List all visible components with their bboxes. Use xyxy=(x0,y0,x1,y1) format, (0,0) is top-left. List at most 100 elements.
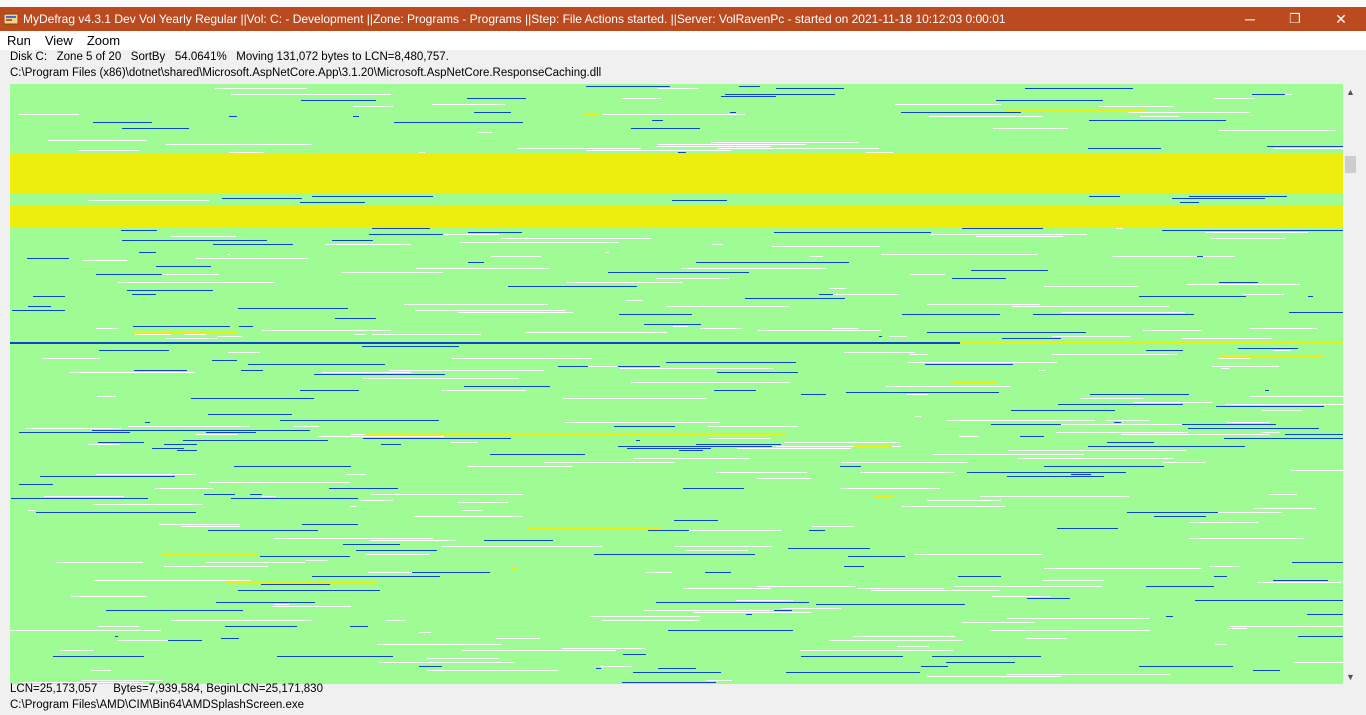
space-hole-line xyxy=(419,152,425,153)
fragment-line xyxy=(840,466,861,467)
fragment-line xyxy=(225,626,297,627)
space-hole-line xyxy=(631,382,790,383)
fragment-line xyxy=(927,332,1086,333)
fragment-line xyxy=(1265,390,1269,391)
fragment-line xyxy=(666,362,796,363)
space-hole-line xyxy=(1133,402,1212,403)
fragment-line xyxy=(678,152,686,153)
space-hole-line xyxy=(1291,470,1343,471)
space-hole-line xyxy=(1243,294,1284,295)
fragment-line xyxy=(127,290,213,291)
space-hole-line xyxy=(159,524,240,525)
space-hole-line xyxy=(621,98,661,99)
space-hole-line xyxy=(1206,232,1308,233)
space-hole-line xyxy=(28,510,35,511)
close-button[interactable]: ✕ xyxy=(1318,7,1364,31)
fragment-line xyxy=(362,346,459,347)
fragment-line xyxy=(106,610,243,611)
fragment-line xyxy=(1044,466,1164,467)
fragment-line xyxy=(1154,516,1206,517)
space-hole-line xyxy=(853,636,955,637)
disk-map[interactable] xyxy=(10,84,1343,684)
fragment-line xyxy=(162,554,258,555)
space-hole-line xyxy=(165,338,217,339)
fragment-line xyxy=(343,374,445,375)
fragment-line xyxy=(902,314,1000,315)
space-hole-line xyxy=(1257,582,1341,583)
space-hole-line xyxy=(1026,638,1066,639)
space-hole-line xyxy=(70,372,195,373)
fragment-line xyxy=(696,262,849,263)
fragment-line xyxy=(665,682,716,683)
space-hole-line xyxy=(673,326,688,327)
menu-view[interactable]: View xyxy=(38,33,80,48)
space-hole-line xyxy=(897,646,929,647)
fragment-line xyxy=(381,444,401,445)
space-hole-line xyxy=(829,640,963,641)
space-hole-line xyxy=(1294,662,1343,663)
fragment-line xyxy=(353,116,359,117)
fragment-line xyxy=(879,336,882,337)
fragment-line xyxy=(801,656,903,657)
space-hole-line xyxy=(927,500,1001,501)
space-hole-line xyxy=(1012,306,1169,307)
space-hole-line xyxy=(322,372,411,373)
space-hole-line xyxy=(681,268,826,269)
vertical-scrollbar[interactable]: ▲ ▼ xyxy=(1343,84,1358,684)
space-hole-line xyxy=(366,554,429,555)
space-hole-line xyxy=(443,234,499,235)
fragment-line xyxy=(36,512,196,513)
fragment-line xyxy=(1020,436,1044,437)
space-hole-line xyxy=(947,420,1095,421)
fragment-line xyxy=(1088,148,1161,149)
fragment-line xyxy=(96,274,162,275)
fragment-line xyxy=(721,96,776,97)
fragment-line xyxy=(213,244,293,245)
space-hole-line xyxy=(633,458,750,459)
fragment-line xyxy=(365,434,785,435)
space-hole-line xyxy=(427,658,499,659)
restore-button[interactable]: ❐ xyxy=(1272,7,1318,31)
fragment-line xyxy=(98,442,144,443)
space-hole-line xyxy=(1099,106,1174,107)
space-hole-line xyxy=(602,620,700,621)
fragment-line xyxy=(668,630,793,631)
space-hole-line xyxy=(840,488,940,489)
scroll-thumb[interactable] xyxy=(1345,156,1356,173)
space-hole-line xyxy=(56,562,143,563)
space-hole-line xyxy=(118,640,168,641)
space-hole-line xyxy=(371,494,523,495)
fragment-line xyxy=(1298,636,1343,637)
space-hole-line xyxy=(915,416,921,417)
space-hole-line xyxy=(1215,644,1226,645)
space-hole-line xyxy=(82,680,163,681)
space-hole-line xyxy=(118,282,275,283)
scroll-up-icon[interactable]: ▲ xyxy=(1343,84,1358,99)
space-hole-line xyxy=(1121,434,1269,435)
space-hole-line xyxy=(166,144,312,145)
fragment-line xyxy=(1088,446,1245,447)
fragment-line xyxy=(343,544,400,545)
menu-run[interactable]: Run xyxy=(0,33,38,48)
fragment-line xyxy=(614,426,675,427)
space-hole-line xyxy=(871,590,1000,591)
space-hole-line xyxy=(1044,568,1114,569)
fragment-line xyxy=(730,112,736,113)
fragment-line xyxy=(204,494,235,495)
space-hole-line xyxy=(1230,626,1343,627)
space-hole-line xyxy=(658,144,806,145)
space-hole-line xyxy=(460,242,619,243)
fragment-line xyxy=(363,438,511,439)
scroll-down-icon[interactable]: ▼ xyxy=(1343,669,1358,684)
fragment-line xyxy=(656,602,766,603)
space-hole-line xyxy=(1034,450,1186,451)
menu-zoom[interactable]: Zoom xyxy=(80,33,127,48)
fragment-line xyxy=(809,530,825,531)
space-hole-line xyxy=(306,560,328,561)
space-hole-line xyxy=(962,622,1034,623)
space-hole-line xyxy=(810,256,823,257)
minimize-button[interactable]: ─ xyxy=(1227,7,1273,31)
space-hole-line xyxy=(1140,116,1179,117)
space-hole-line xyxy=(353,106,393,107)
fragment-line xyxy=(725,94,835,95)
